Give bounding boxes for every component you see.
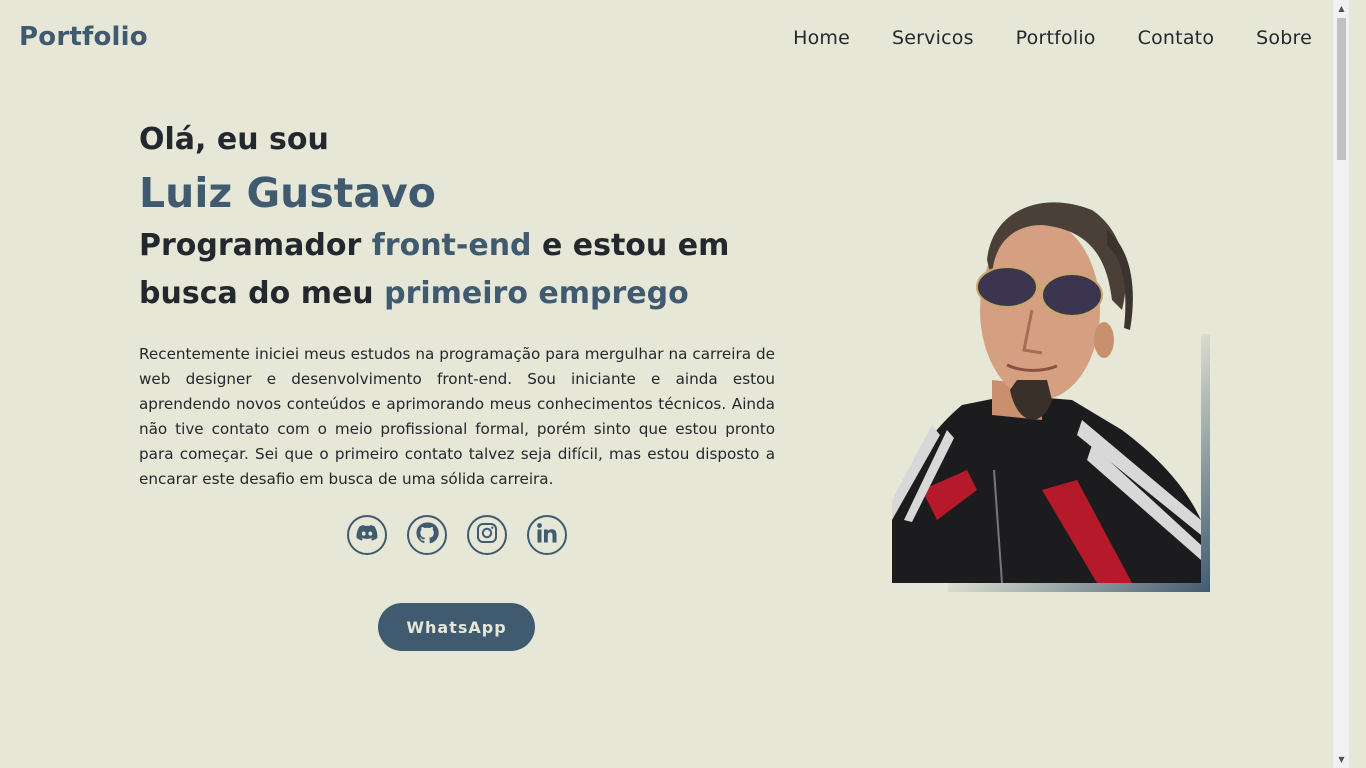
scroll-up-arrow-icon[interactable]: ▲ xyxy=(1333,0,1350,17)
github-icon xyxy=(415,521,439,549)
hero-bio: Recentemente iniciei meus estudos na pro… xyxy=(139,345,775,488)
social-links xyxy=(347,515,567,555)
vertical-scrollbar[interactable]: ▲ ▼ xyxy=(1332,0,1349,768)
profile-photo xyxy=(892,190,1201,583)
hero-role: Programador front-end e estou em busca d… xyxy=(139,222,775,318)
role-accent-primeiro-emprego: primeiro emprego xyxy=(384,276,689,311)
page: Portfolio Home Servicos Portfolio Contat… xyxy=(0,0,1349,768)
instagram-link[interactable] xyxy=(467,515,507,555)
whatsapp-button[interactable]: WhatsApp xyxy=(378,603,535,651)
greeting: Olá, eu sou xyxy=(139,122,329,157)
nav-sobre[interactable]: Sobre xyxy=(1256,27,1312,49)
main-nav: Home Servicos Portfolio Contato Sobre xyxy=(793,27,1312,49)
linkedin-icon xyxy=(535,521,559,549)
nav-servicos[interactable]: Servicos xyxy=(892,27,974,49)
nav-home[interactable]: Home xyxy=(793,27,850,49)
nav-portfolio[interactable]: Portfolio xyxy=(1016,27,1096,49)
scroll-down-arrow-icon[interactable]: ▼ xyxy=(1333,751,1350,768)
hero-section: Olá, eu sou Luiz Gustavo Programador fro… xyxy=(139,120,775,492)
site-logo[interactable]: Portfolio xyxy=(19,22,148,52)
hero-name: Luiz Gustavo xyxy=(139,169,436,217)
linkedin-link[interactable] xyxy=(527,515,567,555)
discord-link[interactable] xyxy=(347,515,387,555)
discord-icon xyxy=(355,521,379,549)
github-link[interactable] xyxy=(407,515,447,555)
role-text-1: Programador xyxy=(139,228,372,263)
profile-photo-container xyxy=(892,190,1210,592)
role-accent-front-end: front-end xyxy=(371,228,532,263)
instagram-icon xyxy=(475,521,499,549)
scroll-thumb[interactable] xyxy=(1337,18,1346,160)
nav-contato[interactable]: Contato xyxy=(1138,27,1215,49)
